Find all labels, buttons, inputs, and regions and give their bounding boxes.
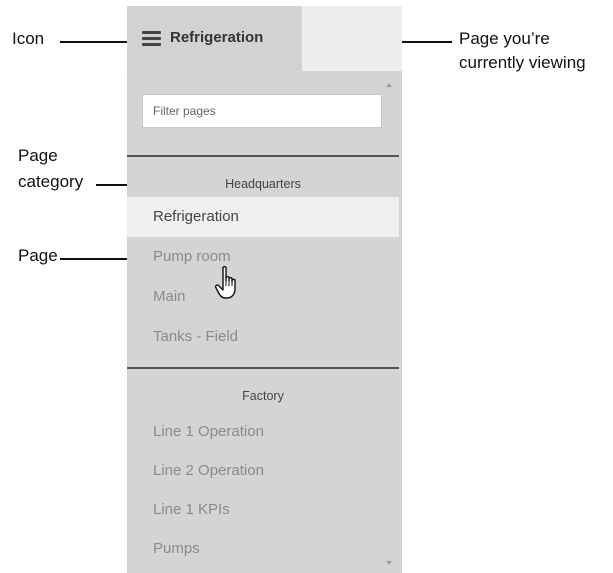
category-separator	[127, 367, 399, 369]
page-item-pumps[interactable]: Pumps	[127, 529, 399, 569]
page-item-line-1-operation[interactable]: Line 1 Operation	[127, 412, 399, 452]
page-header-tab: Refrigeration	[127, 6, 302, 71]
page-item-line-1-kpis[interactable]: Line 1 KPIs	[127, 490, 399, 530]
hamburger-menu-icon[interactable]	[142, 31, 161, 46]
page-item-refrigeration[interactable]: Refrigeration	[127, 197, 399, 237]
annotation-icon-line	[60, 41, 137, 43]
annotation-icon: Icon	[12, 29, 45, 48]
page-item-main[interactable]: Main	[127, 277, 399, 317]
filter-pages-input[interactable]	[142, 94, 382, 128]
scroll-up-icon[interactable]	[386, 83, 392, 87]
category-header-headquarters: Headquarters	[225, 177, 301, 191]
category-separator	[127, 155, 399, 157]
annotation-page: Page	[18, 246, 58, 265]
page-item-tanks-field[interactable]: Tanks - Field	[127, 317, 399, 357]
header-extension	[302, 6, 402, 71]
current-page-title: Refrigeration	[170, 29, 264, 46]
annotation-page-viewing-line1: Page you’re	[459, 29, 550, 48]
hand-pointer-cursor-icon	[214, 266, 236, 299]
annotation-page-category-line1: Page	[18, 146, 58, 165]
annotation-page-viewing-line2: currently viewing	[459, 53, 586, 72]
annotation-page-category-line2: category	[18, 172, 84, 191]
page-item-pump-room[interactable]: Pump room	[127, 237, 399, 277]
category-header-factory: Factory	[242, 389, 284, 403]
page-item-line-2-operation[interactable]: Line 2 Operation	[127, 451, 399, 491]
